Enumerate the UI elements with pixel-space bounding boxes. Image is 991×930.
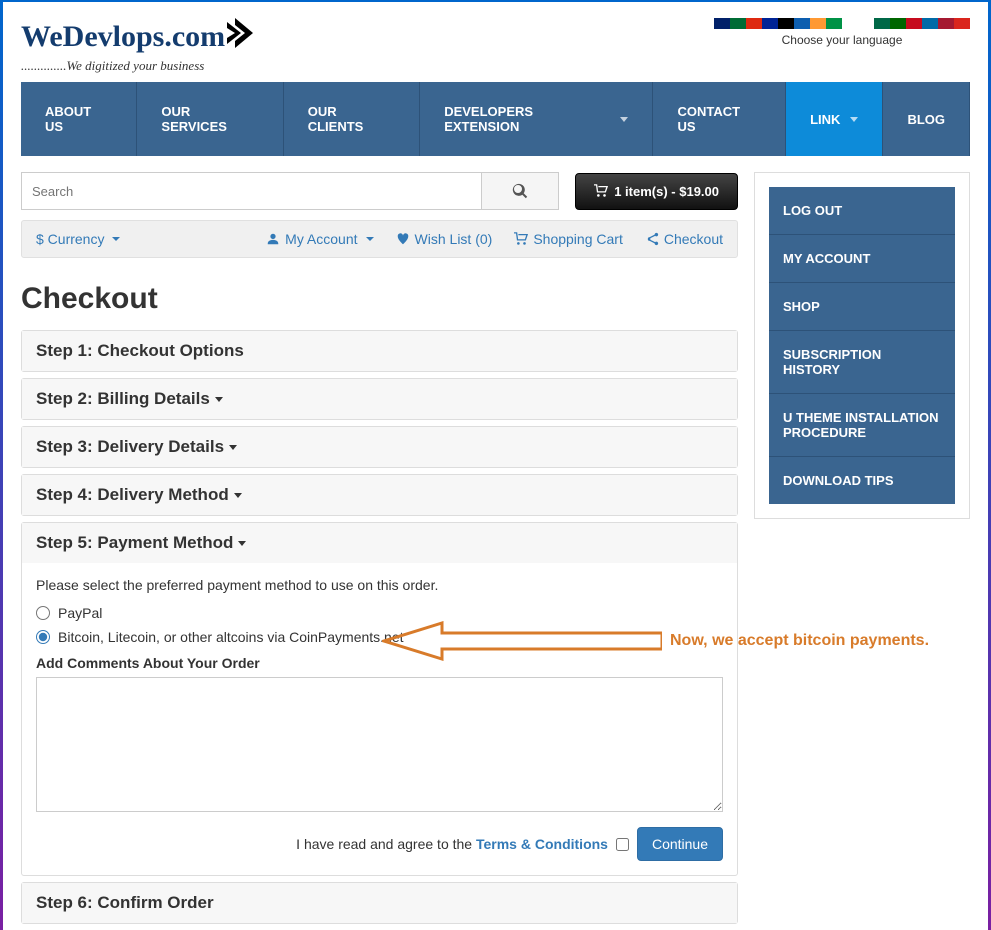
language-label: Choose your language: [714, 33, 970, 47]
user-icon: [266, 232, 280, 246]
step-1-header[interactable]: Step 1: Checkout Options: [22, 331, 737, 371]
flag-it[interactable]: [826, 18, 842, 29]
step-4-header[interactable]: Step 4: Delivery Method: [22, 475, 737, 515]
step-2-header[interactable]: Step 2: Billing Details: [22, 379, 737, 419]
comments-textarea[interactable]: [36, 677, 723, 812]
share-icon: [645, 232, 659, 246]
cart-icon: [594, 184, 608, 198]
agree-text: I have read and agree to the: [296, 836, 476, 852]
currency-dropdown[interactable]: $ Currency: [36, 231, 120, 247]
nav-item-our-services[interactable]: OUR SERVICES: [137, 82, 283, 156]
flag-ja[interactable]: [842, 18, 858, 29]
flag-zh[interactable]: [746, 18, 762, 29]
step-3-header[interactable]: Step 3: Delivery Details: [22, 427, 737, 467]
paypal-radio[interactable]: [36, 606, 50, 620]
caret-icon: [215, 397, 223, 402]
sidebar-item-my-account[interactable]: MY ACCOUNT: [769, 235, 955, 283]
step-6-header[interactable]: Step 6: Confirm Order: [22, 883, 737, 923]
caret-icon: [238, 541, 246, 546]
search-input[interactable]: [21, 172, 481, 210]
annotation-text: Now, we accept bitcoin payments.: [670, 632, 929, 650]
chevron-down-icon: [850, 117, 858, 122]
sidebar-item-shop[interactable]: SHOP: [769, 283, 955, 331]
flag-fr[interactable]: [762, 18, 778, 29]
flag-pt[interactable]: [890, 18, 906, 29]
annotation-arrow: Now, we accept bitcoin payments.: [382, 621, 929, 661]
heart-icon: [396, 232, 410, 246]
main-nav: ABOUT USOUR SERVICESOUR CLIENTSDEVELOPER…: [21, 82, 970, 156]
shopping-cart-link[interactable]: Shopping Cart: [514, 231, 623, 247]
cart-button[interactable]: 1 item(s) - $19.00: [575, 173, 738, 210]
flag-ko[interactable]: [858, 18, 874, 29]
search-button[interactable]: [481, 172, 559, 210]
logo-arrow-icon: [227, 18, 253, 56]
caret-icon: [112, 237, 120, 241]
language-flags: [714, 18, 970, 29]
cart-icon: [514, 232, 528, 246]
step-5-header[interactable]: Step 5: Payment Method: [22, 523, 737, 563]
sidebar-item-subscription-history[interactable]: SUBSCRIPTION HISTORY: [769, 331, 955, 394]
nav-item-contact-us[interactable]: CONTACT US: [653, 82, 786, 156]
caret-icon: [234, 493, 242, 498]
wishlist-link[interactable]: Wish List (0): [396, 231, 493, 247]
flag-es[interactable]: [906, 18, 922, 29]
flag-en[interactable]: [714, 18, 730, 29]
flag-th[interactable]: [938, 18, 954, 29]
flag-es-mx[interactable]: [874, 18, 890, 29]
flag-ar[interactable]: [730, 18, 746, 29]
chevron-down-icon: [620, 117, 628, 122]
nav-item-developers-extension[interactable]: DEVELOPERS EXTENSION: [420, 82, 653, 156]
arrow-icon: [382, 621, 662, 661]
sidebar-item-u-theme-installation-procedure[interactable]: U THEME INSTALLATION PROCEDURE: [769, 394, 955, 457]
nav-item-our-clients[interactable]: OUR CLIENTS: [284, 82, 420, 156]
sidebar-panel: LOG OUTMY ACCOUNTSHOPSUBSCRIPTION HISTOR…: [754, 172, 970, 519]
nav-item-about-us[interactable]: ABOUT US: [21, 82, 137, 156]
nav-item-link[interactable]: LINK: [786, 82, 883, 156]
payment-intro: Please select the preferred payment meth…: [36, 577, 723, 593]
terms-link[interactable]: Terms & Conditions: [476, 836, 608, 852]
sidebar-item-download-tips[interactable]: DOWNLOAD TIPS: [769, 457, 955, 504]
bitcoin-radio[interactable]: [36, 630, 50, 644]
logo-tagline: ..............We digitized your business: [21, 58, 253, 74]
caret-icon: [229, 445, 237, 450]
checkout-link[interactable]: Checkout: [645, 231, 723, 247]
my-account-link[interactable]: My Account: [266, 231, 373, 247]
continue-button[interactable]: Continue: [637, 827, 723, 861]
nav-item-blog[interactable]: BLOG: [883, 82, 970, 156]
flag-sv[interactable]: [922, 18, 938, 29]
utility-bar: $ Currency My Account Wish List (0) Shop…: [21, 220, 738, 258]
flag-hi[interactable]: [810, 18, 826, 29]
flag-el[interactable]: [794, 18, 810, 29]
caret-icon: [366, 237, 374, 241]
cart-label: 1 item(s) - $19.00: [614, 184, 719, 199]
page-title: Checkout: [21, 282, 738, 316]
flag-vi[interactable]: [954, 18, 970, 29]
sidebar-item-log-out[interactable]: LOG OUT: [769, 187, 955, 235]
search-icon: [512, 183, 528, 199]
payment-option-paypal[interactable]: PayPal: [36, 605, 723, 621]
agree-checkbox[interactable]: [616, 838, 629, 851]
logo-text: WeDevlops.com: [21, 20, 225, 54]
logo[interactable]: WeDevlops.com ..............We digitized…: [21, 18, 253, 74]
flag-de[interactable]: [778, 18, 794, 29]
